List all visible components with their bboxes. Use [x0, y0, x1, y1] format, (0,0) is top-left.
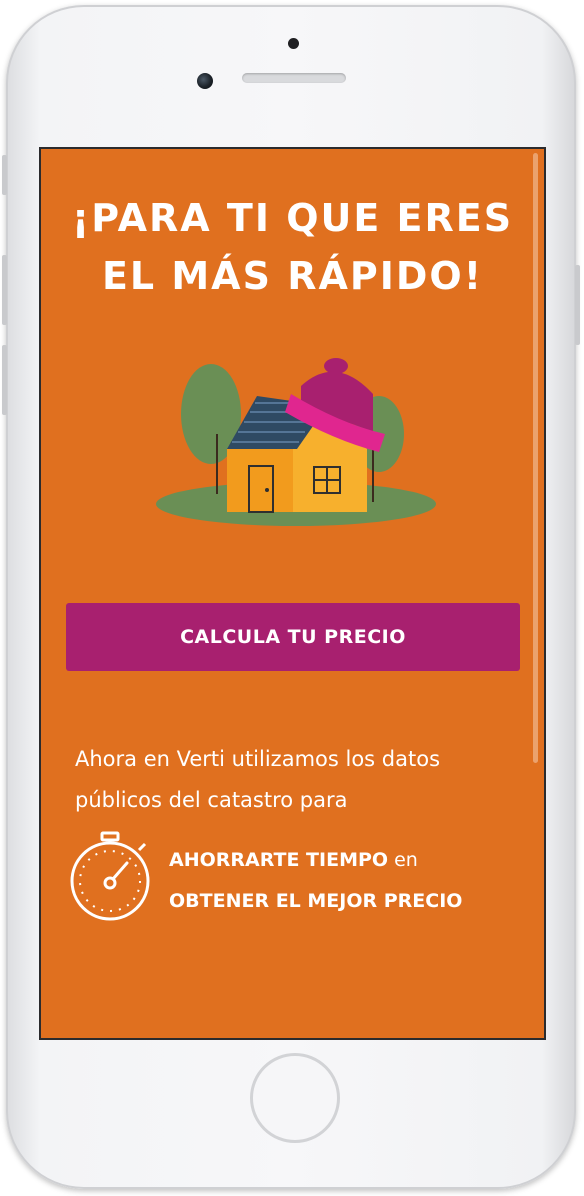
house-wall-left [227, 449, 293, 512]
stopwatch-icon [70, 831, 150, 921]
earpiece-speaker [242, 73, 346, 83]
silent-switch [2, 155, 7, 195]
power-button [575, 265, 580, 345]
proximity-sensor [288, 38, 299, 49]
home-button[interactable] [250, 1053, 340, 1143]
app-screen: ¡PARA TI QUE ERES EL MÁS RÁPIDO! CALCULA… [39, 147, 546, 1040]
headline-line-1: ¡PARA TI QUE ERES [71, 196, 514, 240]
benefit-line-1: AHORRARTE TIEMPO en [169, 849, 418, 871]
benefit-line-2: OBTENER EL MEJOR PRECIO [169, 890, 462, 912]
calculate-price-button[interactable]: CALCULA TU PRECIO [66, 603, 520, 671]
scrollbar[interactable] [533, 153, 538, 763]
house-with-hat-illustration [156, 358, 436, 526]
hat-pompom [324, 358, 348, 374]
volume-down-button [2, 345, 7, 415]
headline-line-2: EL MÁS RÁPIDO! [101, 254, 484, 298]
benefit-line-2-bold: OBTENER EL MEJOR PRECIO [169, 890, 463, 912]
front-camera-icon [197, 73, 213, 89]
benefit-line-1-suffix: en [388, 849, 418, 871]
volume-up-button [2, 255, 7, 325]
benefit-line-1-bold: AHORRARTE TIEMPO [169, 849, 389, 871]
intro-text: Ahora en Verti utilizamos los datos públ… [75, 747, 441, 812]
